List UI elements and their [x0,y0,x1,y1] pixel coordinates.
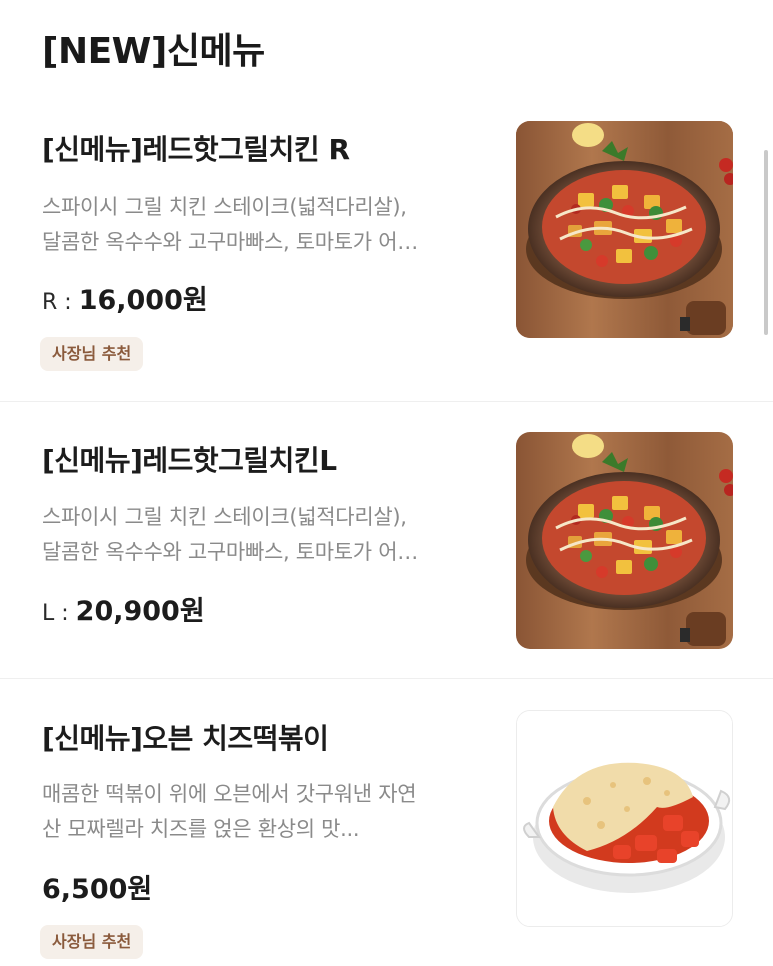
description-line: 산 모짜렐라 치즈를 얹은 환상의 맛... [42,817,360,841]
menu-item-description: 스파이시 그릴 치킨 스테이크(넓적다리살), 달콤한 옥수수와 고구마빠스, … [42,500,502,570]
description-line: 달콤한 옥수수와 고구마빠스, 토마토가 어… [42,540,418,564]
menu-item-description: 스파이시 그릴 치킨 스테이크(넓적다리살), 달콤한 옥수수와 고구마빠스, … [42,190,502,260]
section-title: [NEW]신메뉴 [42,31,265,72]
item-divider [0,401,773,402]
menu-item-name: [신메뉴]레드핫그릴치킨L [42,444,337,477]
price-amount: 20,900원 [75,596,205,627]
size-label: L : [42,601,76,626]
menu-item-description: 매콤한 떡볶이 위에 오븐에서 갓구워낸 자연 산 모짜렐라 치즈를 얹은 환상… [42,777,502,847]
recommend-badge: 사장님 추천 [40,925,144,959]
pizza-image[interactable] [516,121,733,338]
pizza-image[interactable] [516,432,733,649]
size-label: R : [42,290,79,315]
price-amount: 6,500원 [42,874,153,905]
menu-item-price: R : 16,000원 [42,278,208,317]
price-amount: 16,000원 [78,285,208,316]
menu-item-name: [신메뉴]레드핫그릴치킨 R [42,133,350,166]
description-line: 달콤한 옥수수와 고구마빠스, 토마토가 어… [42,230,418,254]
item-divider [0,678,773,679]
recommend-badge: 사장님 추천 [40,337,144,371]
menu-item-name: [신메뉴]오븐 치즈떡볶이 [42,722,329,755]
cheese-tteokbokki-image[interactable] [516,710,733,927]
description-line: 매콤한 떡볶이 위에 오븐에서 갓구워낸 자연 [42,782,417,806]
description-line: 스파이시 그릴 치킨 스테이크(넓적다리살), [42,195,407,219]
scrollbar[interactable] [764,150,768,335]
menu-item-price: L : 20,900원 [42,589,205,628]
menu-item-price: 6,500원 [42,867,152,906]
description-line: 스파이시 그릴 치킨 스테이크(넓적다리살), [42,505,407,529]
